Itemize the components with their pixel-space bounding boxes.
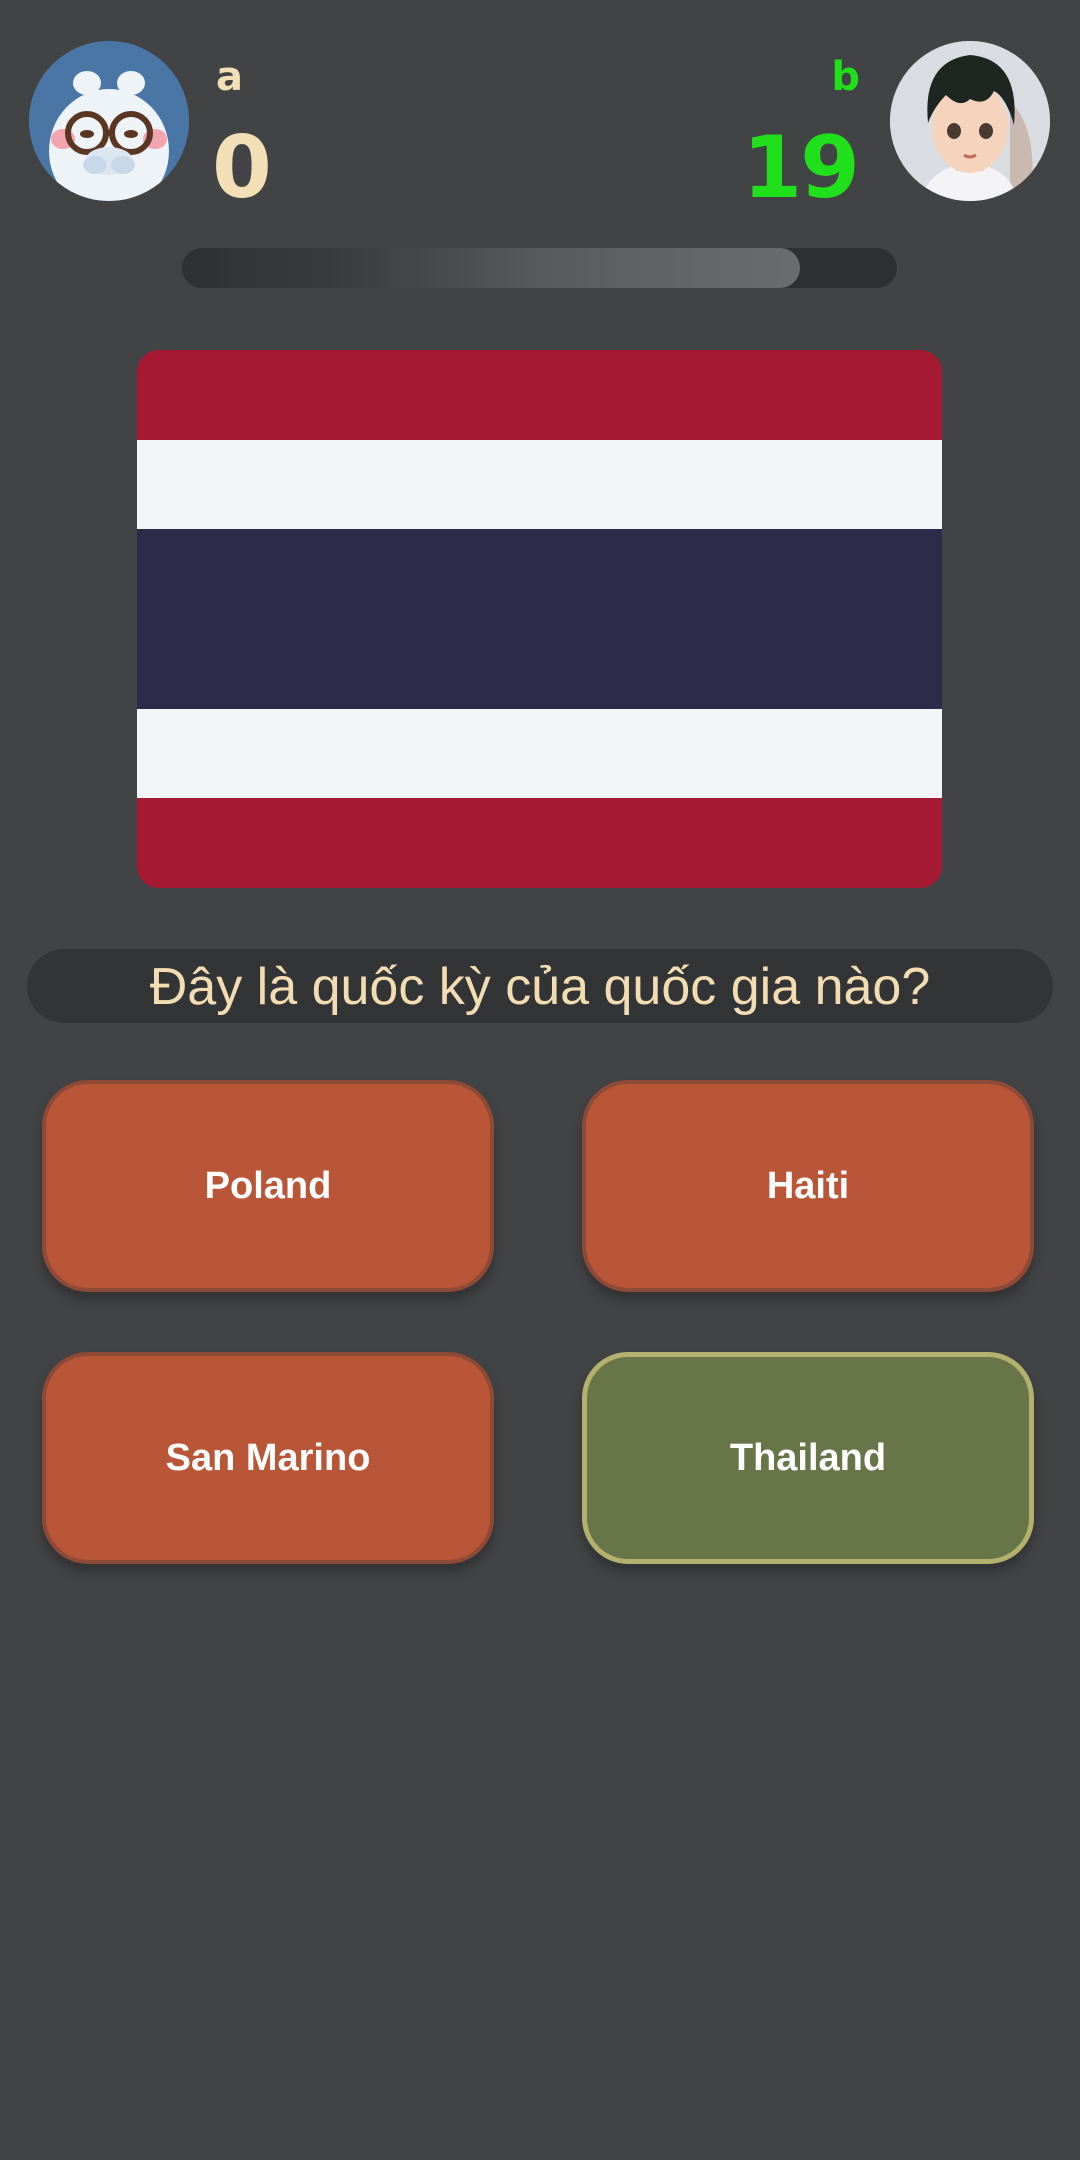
flag-stripe (137, 798, 942, 888)
answer-button-san-marino[interactable]: San Marino (42, 1352, 494, 1564)
answer-label: Poland (204, 1164, 332, 1207)
player-a-score: 0 (212, 118, 272, 218)
timer-bar (182, 248, 897, 288)
flag-stripe (137, 350, 942, 440)
player-a-avatar (29, 41, 189, 201)
question-text: Đây là quốc kỳ của quốc gia nào? (149, 958, 931, 1016)
player-b-name: b (831, 54, 860, 100)
answer-label: San Marino (165, 1436, 371, 1479)
answer-button-poland[interactable]: Poland (42, 1080, 494, 1292)
player-b-avatar (890, 41, 1050, 201)
question-bar: Đây là quốc kỳ của quốc gia nào? (27, 949, 1053, 1023)
flag-stripe (137, 708, 942, 799)
thailand-flag-image (137, 350, 942, 888)
answer-label: Thailand (729, 1436, 887, 1479)
answer-button-thailand[interactable]: Thailand (582, 1352, 1034, 1564)
flag-stripe (137, 529, 942, 709)
answer-label: Haiti (766, 1164, 850, 1207)
player-b-score: 19 (742, 118, 860, 218)
flag-stripe (137, 439, 942, 530)
timer-bar-fill (182, 248, 801, 288)
anime-boy-icon (890, 41, 1050, 201)
bear-with-glasses-icon (29, 41, 189, 201)
answer-button-haiti[interactable]: Haiti (582, 1080, 1034, 1292)
player-a-name: a (216, 54, 243, 100)
